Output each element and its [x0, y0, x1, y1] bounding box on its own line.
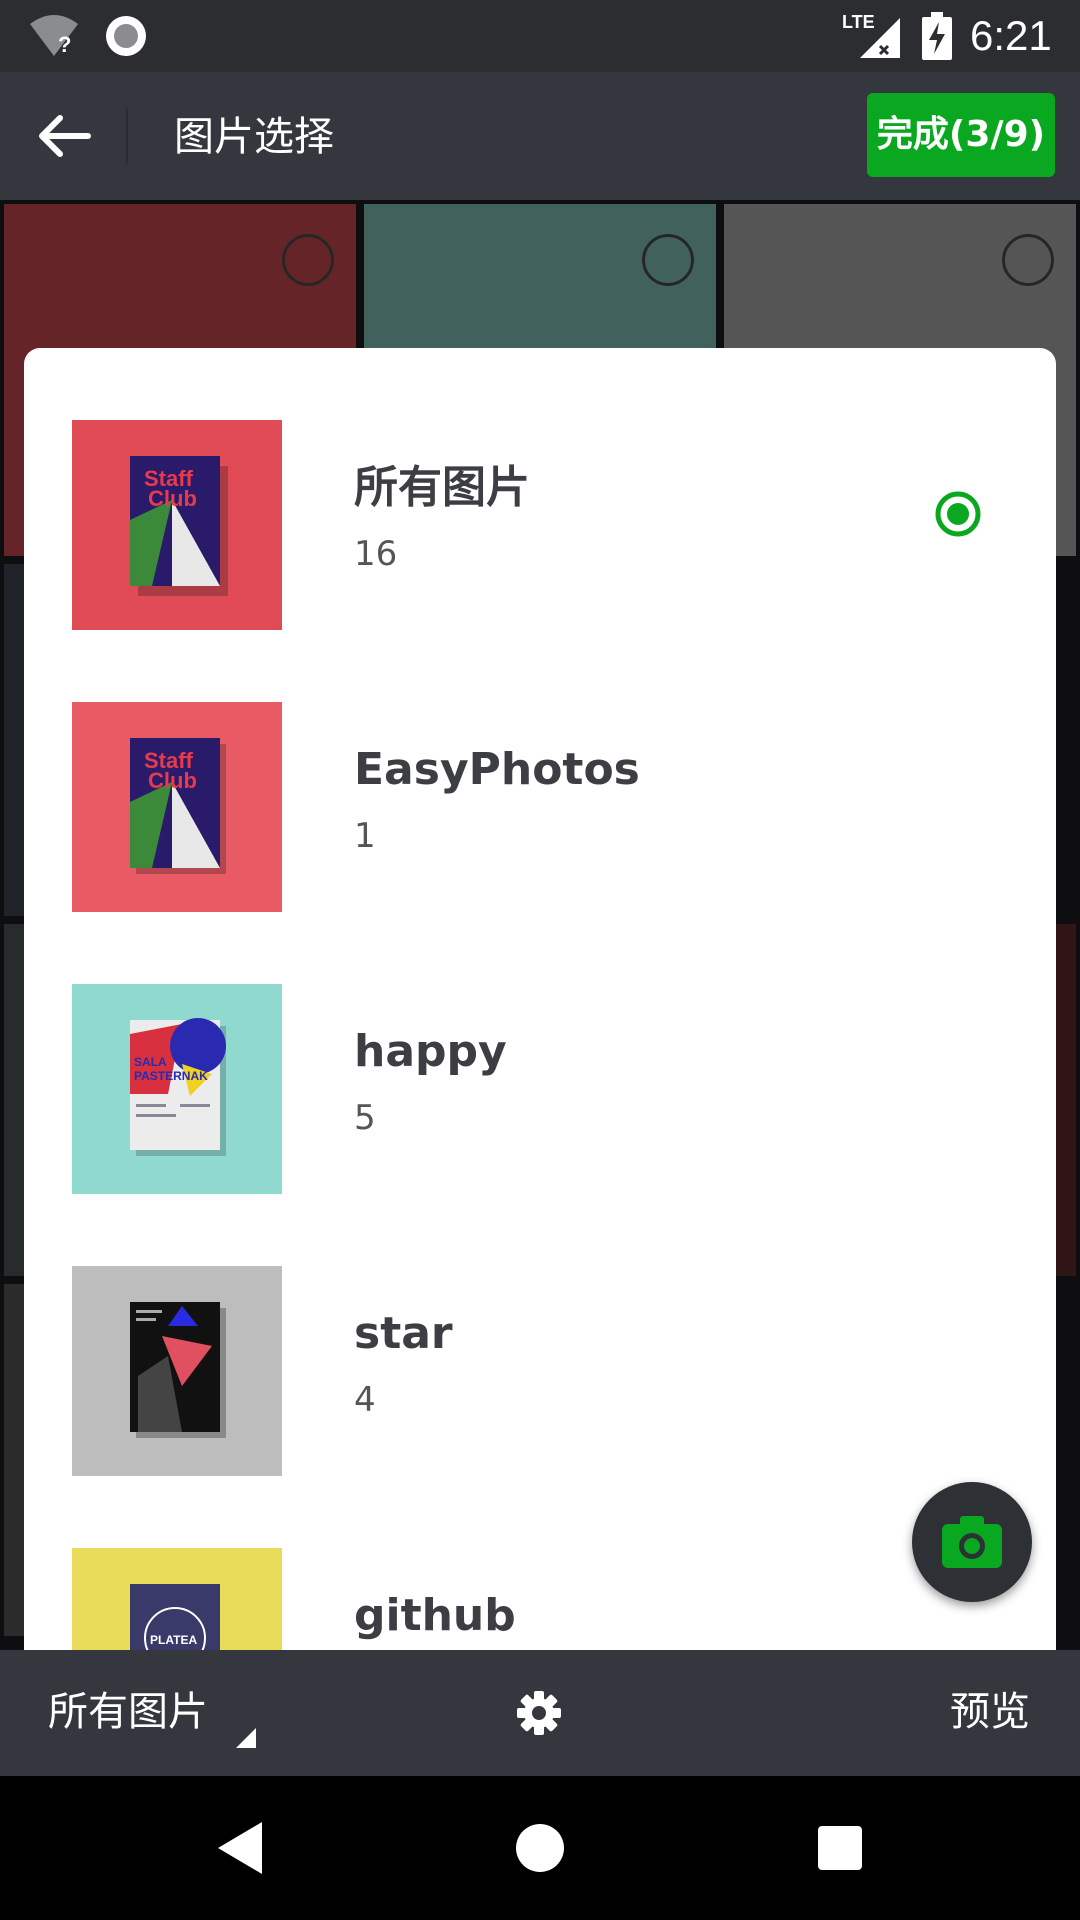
bottom-toolbar: 所有图片 预览: [0, 1650, 1080, 1776]
camera-button[interactable]: [912, 1482, 1032, 1602]
selected-radio-icon: [935, 491, 981, 537]
album-list-panel: Staff Club 所有图片 16 Staff Club EasyPhotos…: [24, 348, 1056, 1650]
svg-text:?: ?: [58, 32, 71, 57]
album-item-star[interactable]: star 4: [24, 1194, 1056, 1476]
preview-button[interactable]: 预览: [950, 1686, 1030, 1738]
clock: 6:21: [970, 12, 1052, 59]
camera-icon: [942, 1516, 1002, 1568]
album-item-all[interactable]: Staff Club 所有图片 16: [24, 348, 1056, 630]
system-nav-bar: [0, 1776, 1080, 1920]
svg-text:Club: Club: [148, 486, 197, 511]
album-count: 4: [354, 1380, 376, 1420]
album-thumbnail: SALA PASTERNAK: [72, 984, 282, 1194]
dropdown-triangle-icon[interactable]: [236, 1728, 256, 1748]
gear-icon[interactable]: [514, 1688, 564, 1738]
nav-back-icon[interactable]: [216, 1820, 264, 1876]
album-name: github: [354, 1590, 516, 1641]
album-thumbnail: [72, 1266, 282, 1476]
svg-text:Club: Club: [148, 768, 197, 793]
header-divider: [126, 108, 128, 164]
lte-signal-icon: LTE: [842, 12, 900, 58]
app-bar: 图片选择 完成(3/9): [0, 72, 1080, 200]
album-name: happy: [354, 1026, 507, 1077]
svg-text:SALA: SALA: [134, 1055, 167, 1069]
svg-text:PLATEA: PLATEA: [150, 1633, 197, 1647]
svg-text:LTE: LTE: [842, 12, 875, 32]
album-count: 1: [354, 816, 376, 856]
battery-charging-icon: [922, 12, 952, 60]
record-icon: [106, 16, 146, 56]
page-title: 图片选择: [174, 114, 334, 160]
album-count: 16: [354, 534, 398, 574]
back-arrow-icon[interactable]: [30, 102, 98, 170]
album-name: 所有图片: [354, 462, 530, 513]
album-selector[interactable]: 所有图片: [48, 1686, 208, 1738]
album-thumbnail: Staff Club: [72, 420, 282, 630]
album-name: star: [354, 1308, 453, 1359]
wifi-unknown-icon: ?: [30, 15, 78, 57]
album-thumbnail: Staff Club: [72, 702, 282, 912]
nav-recents-icon[interactable]: [818, 1826, 862, 1870]
done-button[interactable]: 完成(3/9): [867, 93, 1055, 177]
album-count: 5: [354, 1098, 376, 1138]
album-item-github[interactable]: PLATEA github: [24, 1476, 1056, 1650]
status-bar: ? LTE 6:21: [0, 0, 1080, 72]
svg-text:PASTERNAK: PASTERNAK: [134, 1069, 208, 1083]
album-thumbnail: PLATEA: [72, 1548, 282, 1650]
album-name: EasyPhotos: [354, 744, 640, 795]
album-item-easyphotos[interactable]: Staff Club EasyPhotos 1: [24, 630, 1056, 912]
nav-home-icon[interactable]: [516, 1824, 564, 1872]
album-item-happy[interactable]: SALA PASTERNAK happy 5: [24, 912, 1056, 1194]
